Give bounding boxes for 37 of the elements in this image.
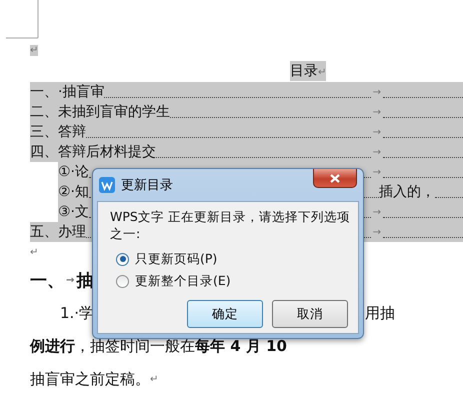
toc-entry: 三、答辩	[30, 123, 86, 141]
body-text: 例进行，抽签时间一般在每年 4 月 10	[30, 337, 287, 356]
toc-entry-text: 插入的，	[379, 183, 435, 201]
radio-option[interactable]: 只更新页码(P)	[110, 248, 218, 270]
toc-entry: 一、·抽盲审	[30, 83, 104, 101]
tab-mark: →	[372, 86, 382, 98]
toc-entry: 二、未抽到盲审的学生	[30, 103, 170, 121]
tab-mark: →	[372, 146, 382, 158]
ok-button[interactable]: 确定	[187, 300, 263, 328]
radio-option[interactable]: 更新整个目录(E)	[110, 270, 231, 292]
paragraph-mark: ↵	[30, 44, 38, 56]
toc-entry: 四、答辩后材料提交	[30, 143, 156, 161]
tab-mark: →	[65, 275, 76, 286]
paragraph-mark: ↵	[30, 246, 38, 258]
toc-entry: ①·论	[58, 163, 90, 181]
radio-button[interactable]	[116, 252, 129, 266]
dialog-message: WPS文字 正在更新目录，请选择下列选项之一:	[110, 208, 350, 242]
dialog-title: 更新目录	[121, 177, 174, 194]
app-logo-icon	[99, 177, 115, 193]
paragraph-mark: ↵	[150, 374, 158, 385]
body-text: 抽盲审之前定稿。	[30, 370, 150, 389]
tab-mark: →	[372, 166, 382, 178]
close-icon	[330, 174, 340, 182]
body-text: 用抽	[365, 304, 395, 323]
heading-text: 一、	[30, 270, 64, 292]
tab-mark: →	[372, 126, 382, 138]
tab-mark: →	[372, 106, 382, 118]
tab-mark: →	[372, 206, 382, 218]
toc-entry: ②·知	[58, 183, 90, 201]
close-button[interactable]	[313, 169, 357, 188]
toc-entry: ③·文	[58, 203, 90, 221]
radio-button[interactable]	[116, 274, 129, 288]
toc-title: 目录↵	[290, 61, 326, 81]
heading-text: 抽	[76, 270, 94, 292]
cancel-button[interactable]: 取消	[272, 300, 348, 328]
tab-mark: →	[372, 226, 382, 238]
toc-entry: 五、办理	[30, 223, 86, 241]
